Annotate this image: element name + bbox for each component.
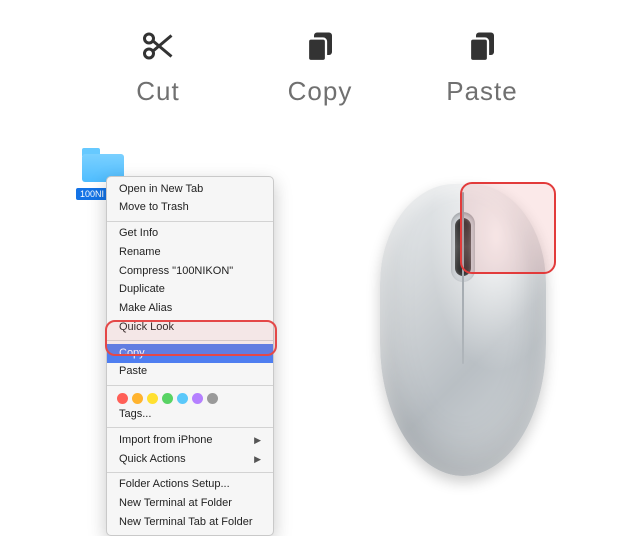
paste-label: Paste <box>446 76 518 107</box>
menu-open-new-tab[interactable]: Open in New Tab <box>107 180 273 199</box>
mouse-button-seam <box>462 192 464 364</box>
mouse-body <box>380 184 546 476</box>
paste-tool[interactable]: Paste <box>434 28 530 107</box>
tag-green[interactable] <box>162 393 173 404</box>
cut-tool[interactable]: Cut <box>110 28 206 107</box>
chevron-right-icon: ▶ <box>254 454 261 465</box>
tag-red[interactable] <box>117 393 128 404</box>
menu-quick-look[interactable]: Quick Look <box>107 318 273 337</box>
folder-label[interactable]: 100NI <box>76 188 108 200</box>
chevron-right-icon: ▶ <box>254 435 261 446</box>
tag-yellow[interactable] <box>147 393 158 404</box>
menu-separator <box>107 427 273 428</box>
copy-tool[interactable]: Copy <box>272 28 368 107</box>
menu-compress[interactable]: Compress "100NIKON" <box>107 262 273 281</box>
context-menu: Open in New Tab Move to Trash Get Info R… <box>106 176 274 536</box>
menu-import-iphone[interactable]: Import from iPhone ▶ <box>107 431 273 450</box>
tag-color-row[interactable] <box>107 389 273 406</box>
menu-folder-actions-setup[interactable]: Folder Actions Setup... <box>107 476 273 495</box>
menu-quick-actions[interactable]: Quick Actions ▶ <box>107 450 273 469</box>
scissors-icon <box>140 28 176 64</box>
menu-get-info[interactable]: Get Info <box>107 225 273 244</box>
cut-label: Cut <box>136 76 179 107</box>
tag-blue[interactable] <box>177 393 188 404</box>
menu-make-alias[interactable]: Make Alias <box>107 300 273 319</box>
copy-icon <box>302 28 338 64</box>
paste-icon <box>464 28 500 64</box>
tag-orange[interactable] <box>132 393 143 404</box>
tag-gray[interactable] <box>207 393 218 404</box>
tag-purple[interactable] <box>192 393 203 404</box>
clipboard-toolbar: Cut Copy Paste <box>0 0 640 107</box>
menu-rename[interactable]: Rename <box>107 243 273 262</box>
menu-tags[interactable]: Tags... <box>107 406 273 425</box>
menu-separator <box>107 472 273 473</box>
menu-new-terminal-tab[interactable]: New Terminal Tab at Folder <box>107 513 273 532</box>
menu-move-to-trash[interactable]: Move to Trash <box>107 199 273 218</box>
mouse-illustration <box>368 184 558 484</box>
menu-paste[interactable]: Paste <box>107 363 273 382</box>
menu-separator <box>107 385 273 386</box>
menu-duplicate[interactable]: Duplicate <box>107 281 273 300</box>
menu-separator <box>107 221 273 222</box>
menu-separator <box>107 340 273 341</box>
copy-label: Copy <box>288 76 353 107</box>
desktop-area: 100NI Open in New Tab Move to Trash Get … <box>76 148 124 202</box>
menu-copy[interactable]: Copy <box>107 344 273 363</box>
